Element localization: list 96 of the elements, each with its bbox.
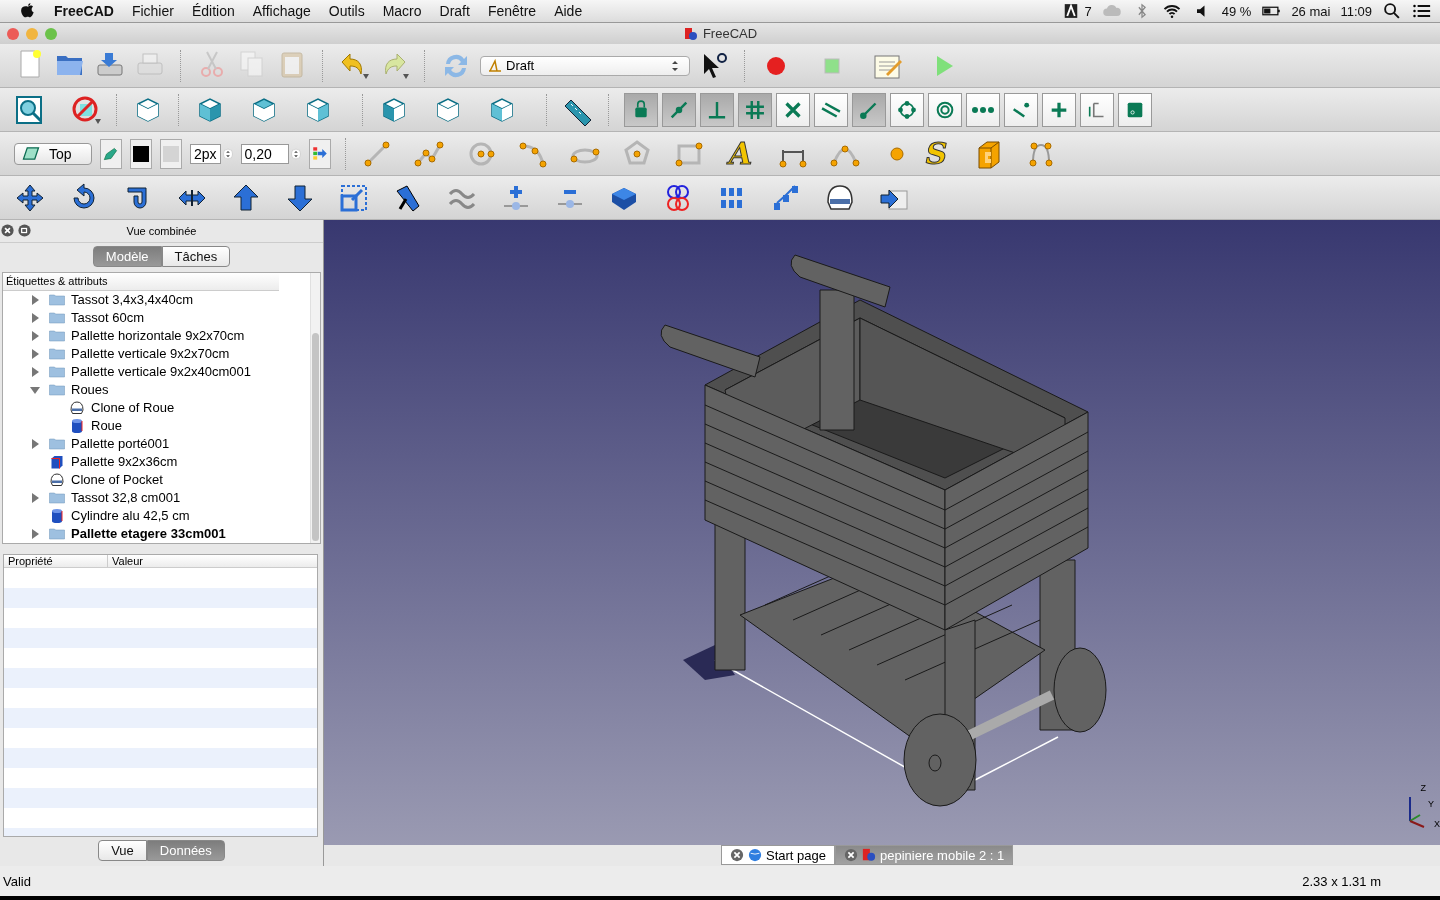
line-color-button[interactable] [100, 138, 122, 169]
workbench-dropdown[interactable]: Draft [480, 55, 690, 76]
document-tab[interactable]: Start page [721, 845, 835, 865]
folder-icon [49, 525, 65, 542]
column-header[interactable]: Propriété [4, 554, 108, 567]
expand-arrow-icon[interactable] [29, 293, 41, 306]
tree-item[interactable]: Pallette etagere 33cm001 [71, 526, 226, 542]
menu-item[interactable]: Affichage [243, 3, 320, 19]
box-icon [49, 453, 65, 470]
tree-item[interactable]: Pallette porté001 [71, 436, 170, 452]
expand-arrow-icon[interactable] [29, 365, 41, 378]
apply-style-icon[interactable] [310, 144, 329, 163]
tree-item[interactable]: Cylindre alu 42,5 cm [71, 508, 190, 524]
font-size-field[interactable]: 0,20 [240, 143, 289, 164]
working-plane-button[interactable]: Top [14, 142, 92, 165]
snap-button[interactable] [776, 92, 810, 127]
close-button[interactable] [7, 28, 19, 40]
panel-tab[interactable]: Tâches [161, 245, 231, 267]
axis-label: X [1434, 819, 1440, 829]
tree-item[interactable]: Tassot 3,4x3,4x40cm [71, 292, 194, 308]
tree-item[interactable]: Clone of Roue [91, 400, 175, 416]
drafting-icon [487, 57, 503, 74]
snap-button[interactable] [1042, 92, 1076, 127]
globe-icon [748, 848, 762, 862]
clock-date[interactable]: 26 mai [1291, 3, 1331, 19]
close-icon[interactable] [1, 224, 14, 237]
snap-button[interactable] [738, 92, 772, 127]
tree-item[interactable]: Tassot 32,8 cm001 [71, 490, 181, 506]
folder-icon [49, 435, 65, 452]
expand-arrow-icon[interactable] [29, 311, 41, 324]
menu-item[interactable]: Outils [319, 3, 374, 19]
menu-item[interactable]: Draft [430, 3, 479, 19]
scrollbar-thumb[interactable] [312, 332, 319, 541]
app-menu[interactable]: FreeCAD [38, 3, 123, 19]
cart-model-drawing[interactable] [660, 254, 1107, 807]
helmet-icon [49, 471, 65, 488]
snap-button[interactable] [890, 92, 924, 127]
tree-item[interactable]: Roue [91, 418, 123, 434]
status-message: Valid [3, 873, 31, 889]
axis-label: Y [1428, 799, 1434, 809]
expand-arrow-icon[interactable] [29, 329, 41, 342]
folder-icon [49, 363, 65, 380]
line-width-field[interactable]: 2px [190, 143, 221, 164]
float-icon[interactable] [18, 224, 31, 237]
tree-item[interactable]: Pallette 9x2x36cm [71, 454, 178, 470]
snap-button[interactable] [814, 92, 848, 127]
color-swatch[interactable] [130, 138, 152, 169]
dots-icon [971, 105, 995, 114]
expand-arrow-icon[interactable] [29, 527, 41, 540]
menu-item[interactable]: Édition [182, 3, 244, 19]
menu-item[interactable]: Fenêtre [478, 3, 546, 19]
menu-item[interactable]: Macro [373, 3, 431, 19]
battery-percent: 49 % [1221, 3, 1252, 19]
column-header[interactable]: Valeur [108, 554, 147, 567]
folder-icon [49, 489, 65, 506]
snap-button[interactable] [1004, 92, 1038, 127]
input-source-count: 7 [1084, 3, 1092, 19]
expand-arrow-icon[interactable] [29, 491, 41, 504]
menu-item[interactable]: Fichier [122, 3, 183, 19]
folder-icon [49, 381, 65, 398]
clock-time[interactable]: 11:09 [1340, 3, 1372, 19]
helmet-icon [69, 399, 85, 416]
color-swatch[interactable] [160, 138, 182, 169]
close-icon[interactable] [730, 848, 744, 862]
window-title: FreeCAD [702, 26, 758, 41]
folder-icon [49, 327, 65, 344]
menu-item[interactable]: Aide [545, 3, 592, 19]
snap-button[interactable] [624, 92, 658, 127]
tree-item[interactable]: Pallette verticale 9x2x70cm [71, 346, 230, 362]
column-header[interactable]: Étiquettes & attributs [3, 272, 279, 291]
3d-viewport[interactable]: Z Y X [324, 220, 1440, 845]
snap-button[interactable] [966, 92, 1000, 127]
axis-label: Z [1420, 783, 1426, 793]
tree-item[interactable]: Tassot 60cm [71, 310, 144, 326]
cylinder-icon [69, 417, 85, 434]
cylinder-icon [49, 507, 65, 524]
dimensions-readout: 2.33 x 1.31 m [1302, 873, 1381, 889]
folder-icon [49, 345, 65, 362]
snap-button[interactable] [662, 92, 696, 127]
snap-button[interactable] [928, 92, 962, 127]
tree-item[interactable]: Clone of Pocket [71, 472, 163, 488]
close-icon[interactable] [844, 848, 858, 862]
tree-item[interactable]: Pallette verticale 9x2x40cm001 [71, 364, 251, 380]
snap-button[interactable] [852, 92, 886, 127]
expand-arrow-icon[interactable] [29, 347, 41, 360]
expand-arrow-icon[interactable] [29, 437, 41, 450]
property-tab[interactable]: Vue [98, 840, 147, 861]
search-icon[interactable] [1382, 1, 1402, 21]
tree-item[interactable]: Roues [71, 382, 109, 398]
snap-button[interactable] [700, 92, 734, 127]
folder-icon [49, 291, 65, 308]
snap-button[interactable] [1118, 92, 1152, 127]
folder-icon [49, 309, 65, 326]
snap-button[interactable] [1080, 92, 1114, 127]
tree-item[interactable]: Pallette horizontale 9x2x70cm [71, 328, 245, 344]
panel-title: Vue combinée [126, 224, 197, 237]
